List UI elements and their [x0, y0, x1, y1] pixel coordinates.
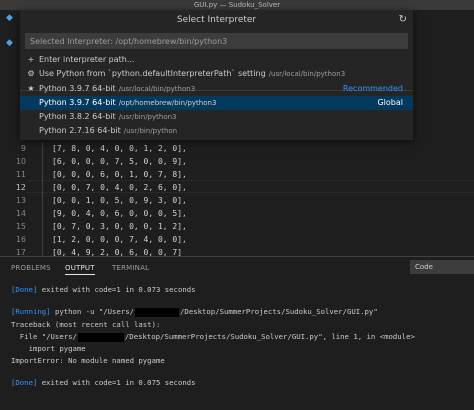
gear-icon: ⚙ [27, 69, 35, 78]
global-badge: Global [377, 98, 403, 107]
output-line: Traceback (most recent call last): [11, 320, 161, 329]
output-channel-value: Code [415, 263, 433, 271]
line-number: 9 [20, 144, 26, 153]
output-channel-select[interactable]: Code [410, 260, 474, 274]
item-description: /usr/bin/python [123, 127, 178, 135]
item-label: Python 2.7.16 64-bit [39, 126, 121, 135]
select-interpreter-quick-pick: Select Interpreter ↻ + Enter interpreter … [20, 10, 413, 140]
quick-pick-item-use-setting[interactable]: ⚙ Use Python from `python.defaultInterpre… [20, 67, 413, 81]
code-line[interactable]: [0, 0, 7, 0, 4, 0, 2, 6, 0], [52, 181, 187, 194]
redacted-block [77, 332, 124, 342]
tab-output[interactable]: OUTPUT [65, 262, 95, 275]
code-line[interactable]: [9, 0, 4, 0, 6, 0, 0, 0, 5], [52, 207, 187, 220]
python-file-icon[interactable]: ◆ [6, 38, 13, 48]
redacted-block [135, 307, 180, 317]
quick-pick-item-python-397-local[interactable]: ★ Python 3.9.7 64-bit/usr/local/bin/pytho… [20, 82, 413, 96]
line-number: 10 [15, 157, 26, 166]
code-line[interactable]: [0, 0, 0, 6, 0, 1, 0, 7, 8], [52, 168, 187, 181]
line-number: 12 [15, 183, 26, 192]
item-description: /usr/local/bin/python3 [118, 85, 196, 93]
code-line[interactable]: [6, 0, 0, 0, 7, 5, 0, 0, 9], [52, 155, 187, 168]
window-title: GUI.py — Sudoku_Solver [0, 0, 474, 10]
output-line: import pygame [11, 344, 86, 353]
quick-pick-item-python-2716[interactable]: Python 2.7.16 64-bit/usr/bin/python [20, 124, 413, 138]
item-label: Enter interpreter path... [39, 55, 135, 64]
code-line[interactable]: [7, 8, 0, 4, 0, 0, 1, 2, 0], [52, 142, 187, 155]
output-line: File "/Users//Desktop/SummerProjects/Sud… [11, 332, 415, 342]
output-line: [Done] exited with code=1 in 0.075 secon… [11, 378, 196, 387]
python-file-icon[interactable]: ◆ [6, 13, 13, 23]
item-label: Python 3.8.2 64-bit [39, 112, 116, 121]
item-label: Use Python from `python.defaultInterpret… [39, 69, 266, 78]
plus-icon: + [27, 55, 35, 64]
quick-pick-item-enter-path[interactable]: + Enter interpreter path... [20, 53, 413, 67]
line-number: 14 [15, 209, 26, 218]
recommended-badge: Recommended [342, 84, 403, 93]
code-line[interactable]: [1, 2, 0, 0, 0, 7, 4, 0, 0], [52, 233, 187, 246]
code-line[interactable]: [0, 7, 0, 3, 0, 0, 0, 1, 2], [52, 220, 187, 233]
interpreter-search-input[interactable] [25, 33, 408, 49]
item-description: /usr/bin/python3 [118, 113, 177, 121]
line-number: 16 [15, 235, 26, 244]
bottom-panel: PROBLEMS OUTPUT TERMINAL Code [Done] exi… [0, 256, 474, 410]
quick-pick-title: Select Interpreter [176, 15, 257, 25]
refresh-icon[interactable]: ↻ [399, 14, 407, 26]
tab-problems[interactable]: PROBLEMS [11, 262, 51, 274]
item-description: /opt/homebrew/bin/python3 [118, 99, 217, 107]
item-label: Python 3.9.7 64-bit [39, 98, 116, 107]
indent-guide [42, 142, 43, 259]
code-line[interactable]: [0, 0, 1, 0, 5, 0, 9, 3, 0], [52, 194, 187, 207]
output-line: [Running] python -u "/Users//Desktop/Sum… [11, 307, 378, 317]
item-description: /usr/local/bin/python3 [268, 70, 346, 78]
line-number: 11 [15, 170, 26, 179]
output-line: ImportError: No module named pygame [11, 356, 165, 365]
line-number: 13 [15, 196, 26, 205]
output-line: [Done] exited with code=1 in 0.073 secon… [11, 285, 196, 294]
quick-pick-item-python-382[interactable]: Python 3.8.2 64-bit/usr/bin/python3 [20, 110, 413, 124]
quick-pick-item-python-397-homebrew[interactable]: Python 3.9.7 64-bit/opt/homebrew/bin/pyt… [20, 96, 413, 110]
star-icon: ★ [27, 84, 35, 93]
tab-terminal[interactable]: TERMINAL [112, 262, 149, 274]
item-label: Python 3.9.7 64-bit [39, 84, 116, 93]
line-number: 15 [15, 222, 26, 231]
